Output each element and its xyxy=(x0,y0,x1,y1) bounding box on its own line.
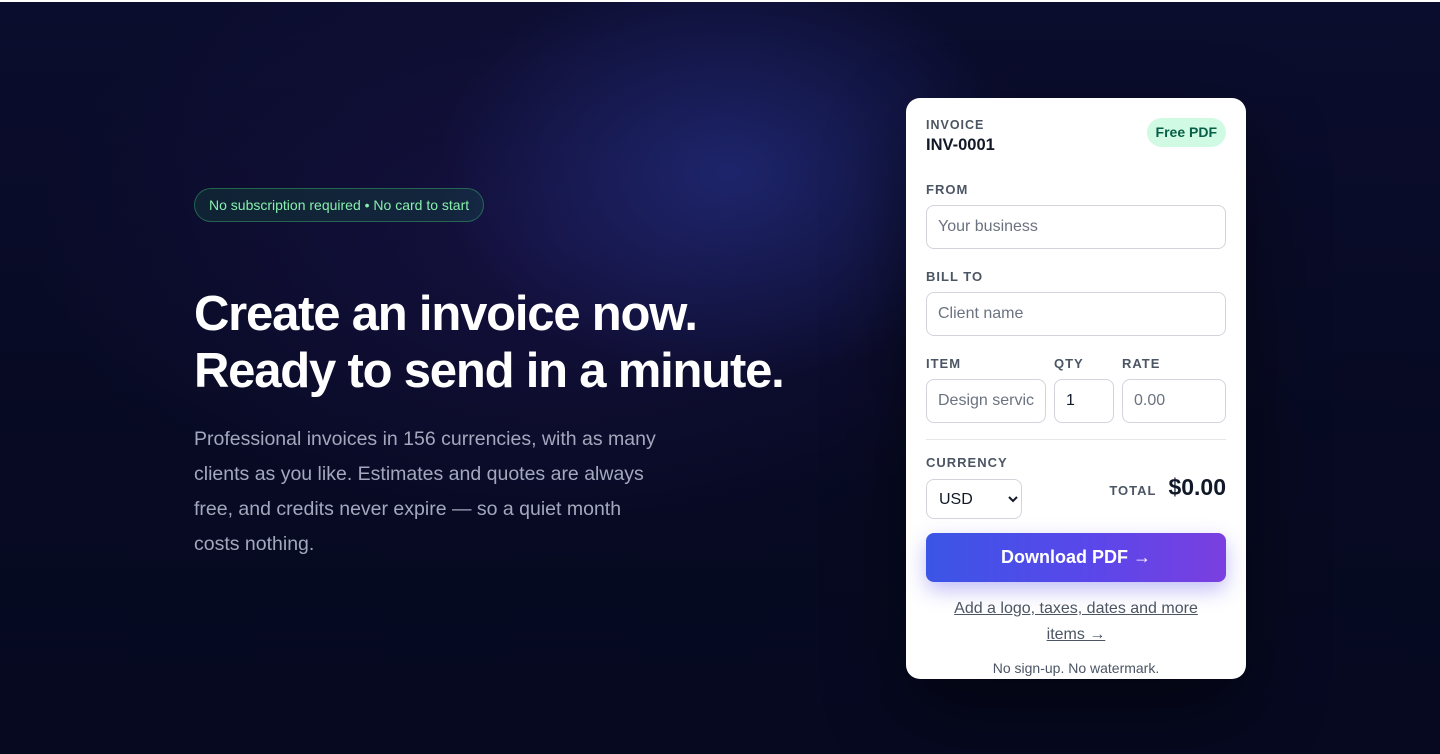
currency-total-row: CURRENCY USD TOTAL $0.00 xyxy=(926,454,1226,519)
currency-group: CURRENCY USD xyxy=(926,454,1022,519)
rate-label: RATE xyxy=(1122,356,1161,371)
item-input[interactable] xyxy=(926,379,1046,423)
qty-col: QTY xyxy=(1054,356,1114,423)
download-pdf-button[interactable]: Download PDF → xyxy=(926,533,1226,582)
hero-description: Professional invoices in 156 currencies,… xyxy=(194,428,656,555)
line-item-row: ITEM QTY RATE xyxy=(926,356,1226,423)
item-col: ITEM xyxy=(926,356,1046,423)
bill-to-field-group: BILL TO xyxy=(926,269,1226,336)
total-group: TOTAL $0.00 xyxy=(1109,474,1226,519)
total-label: TOTAL xyxy=(1109,483,1157,498)
item-label: ITEM xyxy=(926,356,962,371)
from-field-group: FROM xyxy=(926,182,1226,249)
free-pdf-badge: Free PDF xyxy=(1146,118,1226,147)
bill-to-label: BILL TO xyxy=(926,269,984,284)
headline-line-1: Create an invoice now. xyxy=(194,287,698,341)
total-amount: $0.00 xyxy=(1168,474,1226,500)
no-subscription-badge: No subscription required • No card to st… xyxy=(194,188,485,222)
qty-label: QTY xyxy=(1054,356,1084,371)
currency-label: CURRENCY xyxy=(926,455,1008,470)
bill-to-input[interactable] xyxy=(926,292,1226,336)
page-title: Create an invoice now. Ready to send in … xyxy=(194,286,814,400)
from-label: FROM xyxy=(926,182,969,197)
add-more-link[interactable]: Add a logo, taxes, dates and more items … xyxy=(926,596,1226,648)
divider xyxy=(926,439,1226,440)
invoice-card: INVOICE INV-0001 Free PDF FROM BILL TO I… xyxy=(906,98,1246,679)
rate-input[interactable] xyxy=(1122,379,1226,423)
qty-input[interactable] xyxy=(1054,379,1114,423)
rate-col: RATE xyxy=(1122,356,1226,423)
invoice-header: INVOICE INV-0001 Free PDF xyxy=(926,118,1226,182)
hero-section: No subscription required • No card to st… xyxy=(194,188,814,562)
no-signup-note: No sign-up. No watermark. xyxy=(992,660,1160,676)
currency-select[interactable]: USD xyxy=(926,479,1022,519)
from-input[interactable] xyxy=(926,205,1226,249)
headline-line-2: Ready to send in a minute. xyxy=(194,344,785,398)
